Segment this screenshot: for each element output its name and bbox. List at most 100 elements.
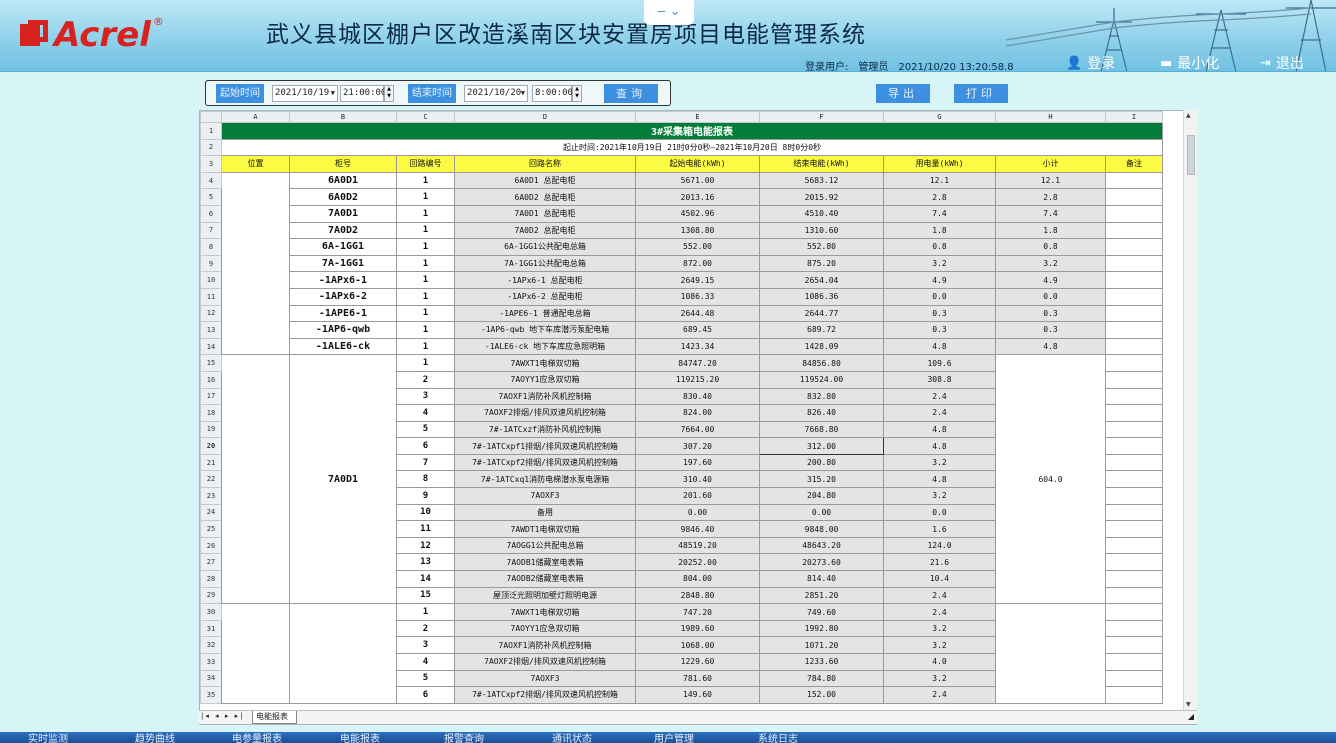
row-number[interactable]: 30 [200, 603, 222, 621]
subtotal-cell[interactable]: 7.4 [995, 204, 1106, 223]
circuit-no-cell[interactable]: 1 [396, 321, 455, 339]
row-number[interactable]: 22 [200, 470, 222, 489]
usage-cell[interactable]: 2.4 [883, 404, 996, 422]
start-energy-cell[interactable]: 119215.20 [635, 370, 760, 389]
circuit-no-cell[interactable]: 1 [396, 171, 455, 190]
exit-button[interactable]: ⇥ 退出 [1260, 53, 1304, 72]
circuit-no-cell[interactable]: 5 [396, 669, 455, 688]
usage-cell[interactable]: 124.0 [883, 536, 996, 555]
circuit-no-cell[interactable]: 12 [396, 536, 455, 555]
start-energy-cell[interactable]: 149.60 [635, 686, 760, 704]
remark-cell[interactable] [1105, 204, 1163, 223]
start-energy-cell[interactable]: 1423.34 [635, 337, 760, 356]
circuit-no-cell[interactable]: 8 [396, 470, 455, 489]
scroll-down-icon[interactable]: ▼ [1186, 701, 1191, 708]
start-energy-cell[interactable]: 804.00 [635, 570, 760, 588]
circuit-name-cell[interactable]: 7AOXF3 [454, 669, 636, 688]
usage-cell[interactable]: 0.0 [883, 503, 996, 522]
remark-cell[interactable] [1105, 470, 1163, 489]
circuit-name-cell[interactable]: 7#-1ATCxpf2排烟/排风双速风机控制箱 [454, 453, 636, 472]
circuit-name-cell[interactable]: 7#-1ATCxpf1排烟/排风双速风机控制箱 [454, 437, 636, 455]
remark-cell[interactable] [1105, 653, 1163, 671]
row-number[interactable]: 1 [200, 122, 222, 140]
cabinet-cell[interactable]: -1APE6-1 [289, 304, 397, 323]
cabinet-cell[interactable]: 7A0D1 [289, 354, 397, 605]
row-number[interactable]: 26 [200, 536, 222, 555]
circuit-name-cell[interactable]: 7AOYY1应急双切箱 [454, 619, 636, 638]
column-header[interactable] [200, 111, 222, 123]
usage-cell[interactable]: 1.6 [883, 520, 996, 538]
subtotal-cell[interactable]: 4.9 [995, 271, 1106, 289]
bottom-nav-item[interactable]: 电参量报表 [232, 733, 282, 743]
table-header-cell[interactable]: 回路编号 [396, 155, 455, 173]
circuit-no-cell[interactable]: 15 [396, 586, 455, 605]
start-energy-cell[interactable]: 2013.16 [635, 188, 760, 206]
usage-cell[interactable]: 1.8 [883, 221, 996, 240]
cabinet-cell[interactable]: 7A0D2 [289, 221, 397, 240]
minimize-button[interactable]: ▬ 最小化 [1160, 53, 1219, 72]
end-energy-cell[interactable]: 2015.92 [759, 188, 884, 206]
remark-cell[interactable] [1105, 503, 1163, 522]
remark-cell[interactable] [1105, 404, 1163, 422]
print-button[interactable]: 打印 [954, 84, 1008, 103]
usage-cell[interactable]: 21.6 [883, 553, 996, 572]
start-energy-cell[interactable]: 830.40 [635, 387, 760, 406]
collapse-header-button[interactable]: ‒ ⌄ [644, 0, 694, 25]
end-energy-cell[interactable]: 1233.60 [759, 653, 884, 671]
circuit-name-cell[interactable]: 7AOGG1公共配电总箱 [454, 536, 636, 555]
remark-cell[interactable] [1105, 603, 1163, 621]
login-button[interactable]: 👤 登录 [1066, 53, 1115, 72]
circuit-name-cell[interactable]: 7AOXF1消防补风机控制箱 [454, 387, 636, 406]
circuit-no-cell[interactable]: 1 [396, 221, 455, 240]
circuit-name-cell[interactable]: 7AOXF1消防补风机控制箱 [454, 636, 636, 654]
circuit-no-cell[interactable]: 1 [396, 304, 455, 323]
end-energy-cell[interactable]: 826.40 [759, 404, 884, 422]
row-number[interactable]: 12 [200, 304, 222, 323]
start-energy-cell[interactable]: 552.00 [635, 238, 760, 256]
usage-cell[interactable]: 4.8 [883, 470, 996, 489]
remark-cell[interactable] [1105, 453, 1163, 472]
end-energy-cell[interactable]: 552.80 [759, 238, 884, 256]
circuit-no-cell[interactable]: 11 [396, 520, 455, 538]
end-energy-cell[interactable]: 1071.20 [759, 636, 884, 654]
circuit-name-cell[interactable]: 7A-1GG1公共配电总箱 [454, 254, 636, 273]
row-number[interactable]: 21 [200, 453, 222, 472]
usage-cell[interactable]: 3.2 [883, 669, 996, 688]
usage-cell[interactable]: 3.2 [883, 636, 996, 654]
circuit-name-cell[interactable]: -1APx6-2 总配电柜 [454, 287, 636, 306]
remark-cell[interactable] [1105, 221, 1163, 240]
remark-cell[interactable] [1105, 586, 1163, 605]
export-button[interactable]: 导出 [876, 84, 930, 103]
circuit-no-cell[interactable]: 4 [396, 404, 455, 422]
subtotal-cell[interactable] [995, 603, 1106, 704]
start-energy-cell[interactable]: 0.00 [635, 503, 760, 522]
start-date-picker[interactable]: 2021/10/19 ▼ [272, 85, 338, 102]
start-energy-cell[interactable]: 1989.60 [635, 619, 760, 638]
bottom-nav-item[interactable]: 电能报表 [340, 733, 380, 743]
report-time-range[interactable]: 起止时间:2021年10月19日 21时0分0秒—2021年10月20日 8时0… [221, 138, 1163, 157]
start-energy-cell[interactable]: 48519.20 [635, 536, 760, 555]
usage-cell[interactable]: 4.9 [883, 271, 996, 289]
sheet-tab-energy-report[interactable]: 电能报表 [252, 711, 297, 724]
remark-cell[interactable] [1105, 271, 1163, 289]
end-time-spinner[interactable]: ▲ ▼ [572, 85, 582, 102]
circuit-name-cell[interactable]: 7AWDT1电梯双切箱 [454, 520, 636, 538]
row-number[interactable]: 29 [200, 586, 222, 605]
row-number[interactable]: 15 [200, 354, 222, 372]
cabinet-cell[interactable]: 7A0D1 [289, 204, 397, 223]
start-energy-cell[interactable]: 689.45 [635, 321, 760, 339]
bottom-nav-item[interactable]: 报警查询 [444, 733, 484, 743]
usage-cell[interactable]: 4.8 [883, 337, 996, 356]
start-energy-cell[interactable]: 7664.00 [635, 420, 760, 439]
table-header-cell[interactable]: 位置 [221, 155, 290, 173]
circuit-no-cell[interactable]: 1 [396, 354, 455, 372]
start-energy-cell[interactable]: 20252.00 [635, 553, 760, 572]
circuit-no-cell[interactable]: 14 [396, 570, 455, 588]
remark-cell[interactable] [1105, 619, 1163, 638]
end-energy-cell[interactable]: 152.00 [759, 686, 884, 704]
column-header[interactable]: G [883, 111, 996, 123]
usage-cell[interactable]: 109.6 [883, 354, 996, 372]
start-energy-cell[interactable]: 201.60 [635, 487, 760, 505]
row-number[interactable]: 35 [200, 686, 222, 704]
row-number[interactable]: 17 [200, 387, 222, 406]
